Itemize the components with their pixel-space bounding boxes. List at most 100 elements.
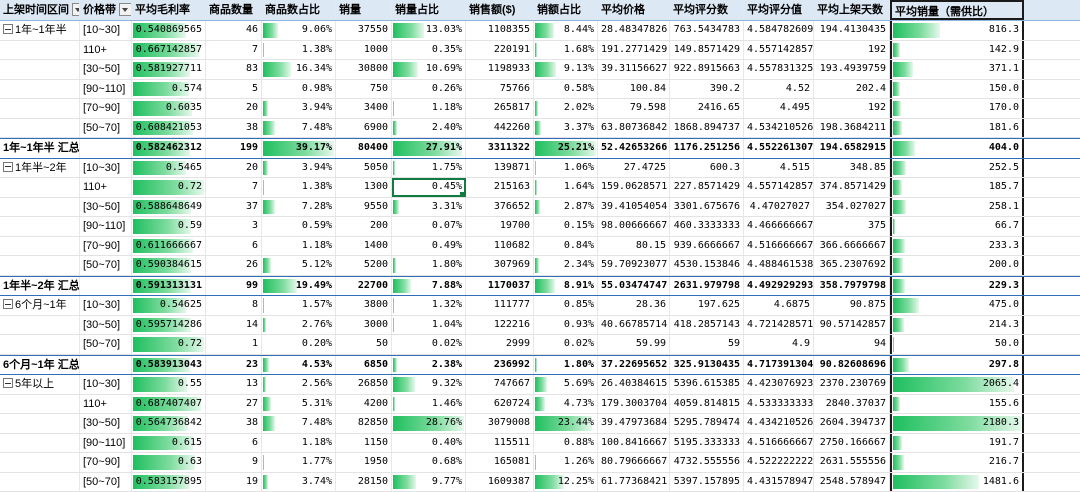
cell-avgSales[interactable]: 170.0	[890, 99, 1024, 118]
cell-sales[interactable]: 1400	[336, 237, 392, 256]
cell-avgSales[interactable]: 214.3	[890, 316, 1024, 335]
cell-sales[interactable]: 750	[336, 80, 392, 99]
cell-margin[interactable]: 0.540869565	[132, 21, 206, 40]
cell-margin[interactable]: 0.581927711	[132, 60, 206, 79]
cell-sales[interactable]: 28150	[336, 473, 392, 492]
cell-salesPct[interactable]: 0.26%	[392, 80, 466, 99]
cell-price[interactable]: 110+	[80, 178, 132, 197]
cell-salesPct[interactable]: 0.40%	[392, 434, 466, 453]
cell-revPct[interactable]: 1.68%	[534, 41, 598, 60]
cell-count[interactable]: 6	[206, 237, 262, 256]
cell-sales[interactable]: 82850	[336, 414, 392, 433]
cell-avgScore[interactable]: 4.721428571	[744, 316, 814, 335]
cell-salesPct[interactable]: 0.07%	[392, 217, 466, 236]
cell-avgDays[interactable]: 94	[814, 335, 890, 354]
cell-price[interactable]: [50~70]	[80, 473, 132, 492]
cell-avgDays[interactable]: 2631.555556	[814, 453, 890, 472]
cell-avgRatings[interactable]: 600.3	[670, 159, 744, 178]
cell-avgScore[interactable]: 4.492929293	[744, 277, 814, 296]
cell-avgRatings[interactable]: 939.6666667	[670, 237, 744, 256]
cell-avgSales[interactable]: 816.3	[890, 21, 1024, 40]
cell-revenue[interactable]: 1108355	[466, 21, 534, 40]
cell-avgDays[interactable]: 366.6666667	[814, 237, 890, 256]
cell-count[interactable]: 27	[206, 395, 262, 414]
cell-countPct[interactable]: 1.18%	[262, 237, 336, 256]
cell-revPct[interactable]: 9.13%	[534, 60, 598, 79]
cell-group[interactable]: 1年半~2年 汇总	[0, 277, 80, 296]
cell-group[interactable]	[0, 434, 80, 453]
cell-avgPrice[interactable]: 40.66785714	[598, 316, 670, 335]
cell-avgRatings[interactable]: 59	[670, 335, 744, 354]
cell-salesPct[interactable]: 3.31%	[392, 198, 466, 217]
column-header[interactable]: 平均评分值	[744, 0, 814, 20]
cell-avgScore[interactable]: 4.466666667	[744, 217, 814, 236]
cell-revenue[interactable]: 747667	[466, 375, 534, 394]
cell-countPct[interactable]: 3.94%	[262, 99, 336, 118]
cell-countPct[interactable]: 2.56%	[262, 375, 336, 394]
cell-countPct[interactable]: 19.49%	[262, 277, 336, 296]
cell-margin[interactable]: 0.72	[132, 178, 206, 197]
cell-countPct[interactable]: 4.53%	[262, 356, 336, 375]
cell-count[interactable]: 6	[206, 434, 262, 453]
cell-sales[interactable]: 50	[336, 335, 392, 354]
cell-avgDays[interactable]: 2548.578947	[814, 473, 890, 492]
cell-avgSales[interactable]: 475.0	[890, 296, 1024, 315]
cell-group[interactable]: 5年以上	[0, 375, 80, 394]
cell-revenue[interactable]: 376652	[466, 198, 534, 217]
cell-revenue[interactable]: 265817	[466, 99, 534, 118]
cell-salesPct[interactable]: 0.35%	[392, 41, 466, 60]
cell-revPct[interactable]: 2.02%	[534, 99, 598, 118]
cell-price[interactable]: [10~30]	[80, 21, 132, 40]
cell-avgPrice[interactable]: 179.3003704	[598, 395, 670, 414]
cell-sales[interactable]: 37550	[336, 21, 392, 40]
cell-avgScore[interactable]: 4.534210526	[744, 119, 814, 138]
cell-avgDays[interactable]: 374.8571429	[814, 178, 890, 197]
collapse-icon[interactable]	[3, 162, 13, 172]
cell-price[interactable]: 110+	[80, 395, 132, 414]
cell-price[interactable]: [70~90]	[80, 453, 132, 472]
column-header[interactable]: 上架时间区间	[0, 0, 80, 20]
column-header[interactable]: 平均销量（需供比）	[890, 0, 1024, 20]
cell-price[interactable]: [70~90]	[80, 99, 132, 118]
cell-sales[interactable]: 3800	[336, 296, 392, 315]
cell-price[interactable]: [90~110]	[80, 434, 132, 453]
cell-avgRatings[interactable]: 5396.615385	[670, 375, 744, 394]
cell-group[interactable]	[0, 453, 80, 472]
cell-avgPrice[interactable]: 191.2771429	[598, 41, 670, 60]
cell-avgDays[interactable]: 193.4939759	[814, 60, 890, 79]
cell-count[interactable]: 8	[206, 296, 262, 315]
cell-sales[interactable]: 200	[336, 217, 392, 236]
cell-margin[interactable]: 0.574	[132, 80, 206, 99]
column-header[interactable]: 平均评分数	[670, 0, 744, 20]
cell-avgSales[interactable]: 181.6	[890, 119, 1024, 138]
cell-margin[interactable]: 0.72	[132, 335, 206, 354]
cell-group[interactable]	[0, 316, 80, 335]
cell-group[interactable]	[0, 237, 80, 256]
cell-count[interactable]: 7	[206, 178, 262, 197]
cell-price[interactable]: [10~30]	[80, 159, 132, 178]
cell-avgPrice[interactable]: 39.47973684	[598, 414, 670, 433]
cell-avgScore[interactable]: 4.552261307	[744, 139, 814, 158]
cell-salesPct[interactable]: 0.68%	[392, 453, 466, 472]
cell-sales[interactable]: 6900	[336, 119, 392, 138]
cell-count[interactable]: 26	[206, 256, 262, 275]
cell-sales[interactable]: 1000	[336, 41, 392, 60]
cell-avgScore[interactable]: 4.584782609	[744, 21, 814, 40]
cell-count[interactable]: 13	[206, 375, 262, 394]
cell-margin[interactable]: 0.615	[132, 434, 206, 453]
cell-avgPrice[interactable]: 80.79666667	[598, 453, 670, 472]
cell-price[interactable]	[80, 139, 132, 158]
cell-margin[interactable]: 0.590384615	[132, 256, 206, 275]
cell-sales[interactable]: 22700	[336, 277, 392, 296]
cell-group[interactable]	[0, 198, 80, 217]
cell-group[interactable]	[0, 335, 80, 354]
cell-margin[interactable]: 0.583157895	[132, 473, 206, 492]
cell-avgRatings[interactable]: 2631.979798	[670, 277, 744, 296]
cell-price[interactable]: [30~50]	[80, 60, 132, 79]
cell-avgPrice[interactable]: 80.15	[598, 237, 670, 256]
cell-avgDays[interactable]: 192	[814, 99, 890, 118]
cell-revPct[interactable]: 1.80%	[534, 356, 598, 375]
cell-avgDays[interactable]: 90.875	[814, 296, 890, 315]
cell-avgSales[interactable]: 2065.4	[890, 375, 1024, 394]
cell-sales[interactable]: 1150	[336, 434, 392, 453]
